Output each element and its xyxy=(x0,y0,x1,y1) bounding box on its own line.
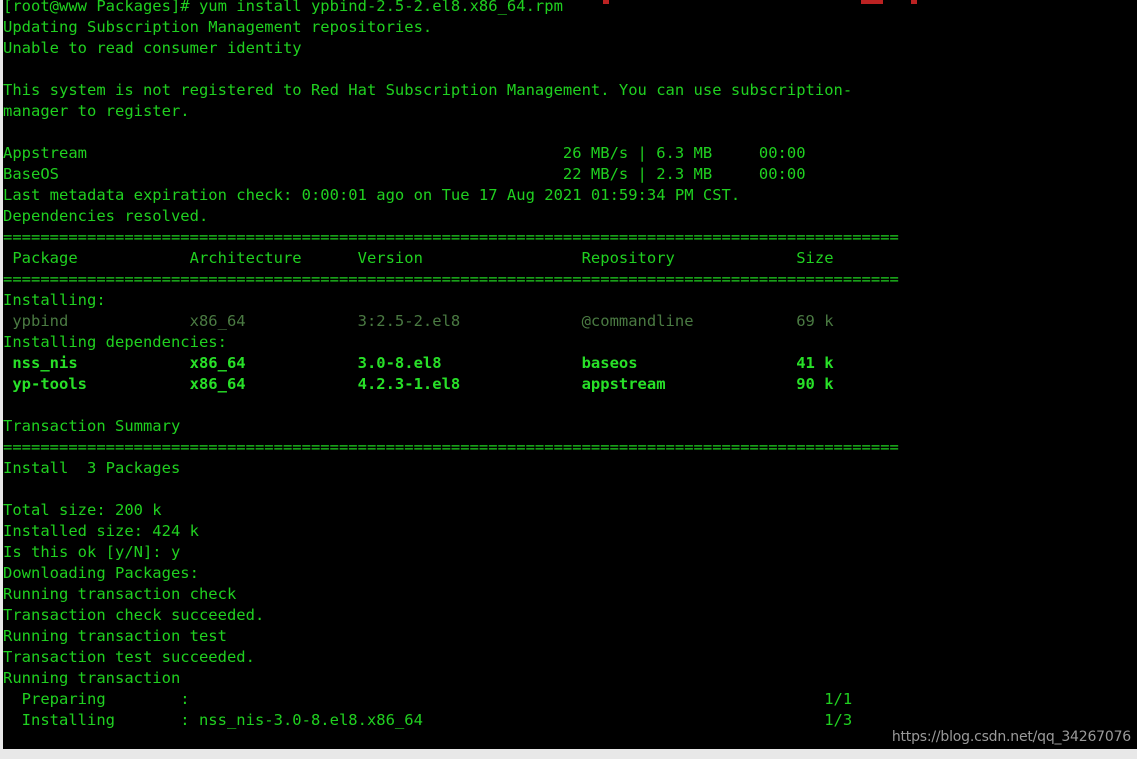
line-repo-baseos: BaseOS 22 MB/s | 2.3 MB 00:00 xyxy=(3,164,806,185)
line-prompt-command-seg-0: [root@www Packages]# yum install ypbind-… xyxy=(3,0,563,15)
line-pkg-yp-tools: yp-tools x86_64 4.2.3-1.el8 appstream 90… xyxy=(3,374,834,395)
line-pkg-ypbind-seg-0: ypbind x86_64 3:2.5-2.el8 @commandline 6… xyxy=(3,312,834,330)
line-metadata-expiration: Last metadata expiration check: 0:00:01 … xyxy=(3,185,740,206)
line-test-succeeded-seg-0: Transaction test succeeded. xyxy=(3,648,255,666)
line-installing-deps: Installing dependencies: xyxy=(3,332,227,353)
line-deps-resolved-seg-0: Dependencies resolved. xyxy=(3,207,209,225)
line-installed-size-seg-0: Installed size: 424 k xyxy=(3,522,199,540)
line-installing-deps-seg-0: Installing dependencies: xyxy=(3,333,227,351)
line-pkg-nss-nis-seg-0: nss_nis x86_64 3.0-8.el8 baseos 41 k xyxy=(3,354,834,372)
terminal-window-frame: [root@www Packages]# yum install ypbind-… xyxy=(0,0,1137,759)
line-install-count-seg-0: Install 3 Packages xyxy=(3,459,181,477)
line-confirm-prompt-seg-0: Is this ok [y/N]: y xyxy=(3,543,181,561)
line-running-check: Running transaction check xyxy=(3,584,236,605)
line-total-size: Total size: 200 k xyxy=(3,500,162,521)
line-not-registered: This system is not registered to Red Hat… xyxy=(3,80,852,101)
line-table-header-seg-0: Package Architecture Version Repository … xyxy=(3,249,834,267)
line-separator-top: ========================================… xyxy=(3,227,899,248)
line-installed-size: Installed size: 424 k xyxy=(3,521,199,542)
line-confirm-prompt: Is this ok [y/N]: y xyxy=(3,542,180,563)
line-check-succeeded: Transaction check succeeded. xyxy=(3,605,264,626)
line-running-check-seg-0: Running transaction check xyxy=(3,585,237,603)
line-repo-appstream-seg-0: Appstream 26 MB/s | 6.3 MB 00:00 xyxy=(3,144,806,162)
line-running-transaction-seg-0: Running transaction xyxy=(3,669,181,687)
line-check-succeeded-seg-0: Transaction check succeeded. xyxy=(3,606,265,624)
line-repo-baseos-seg-0: BaseOS 22 MB/s | 2.3 MB 00:00 xyxy=(3,165,806,183)
line-separator-header-seg-0: ========================================… xyxy=(3,270,899,288)
line-downloading: Downloading Packages: xyxy=(3,563,199,584)
line-pkg-yp-tools-seg-0: yp-tools x86_64 4.2.3-1.el8 appstream 90… xyxy=(3,375,834,393)
line-manager-register: manager to register. xyxy=(3,101,190,122)
line-separator-top-seg-0: ========================================… xyxy=(3,228,899,246)
terminal-screen[interactable]: [root@www Packages]# yum install ypbind-… xyxy=(3,0,1137,749)
line-manager-register-seg-0: manager to register. xyxy=(3,102,190,120)
line-running-transaction: Running transaction xyxy=(3,668,180,689)
line-pkg-ypbind: ypbind x86_64 3:2.5-2.el8 @commandline 6… xyxy=(3,311,834,332)
line-installing-label: Installing: xyxy=(3,290,106,311)
line-not-registered-seg-0: This system is not registered to Red Hat… xyxy=(3,81,853,99)
line-step-installing-seg-0: Installing : nss_nis-3.0-8.el8.x86_64 1/… xyxy=(3,711,853,729)
line-total-size-seg-0: Total size: 200 k xyxy=(3,501,162,519)
line-prompt-command: [root@www Packages]# yum install ypbind-… xyxy=(3,0,563,17)
line-table-header: Package Architecture Version Repository … xyxy=(3,248,834,269)
line-running-test-seg-0: Running transaction test xyxy=(3,627,227,645)
line-updating-subs: Updating Subscription Management reposit… xyxy=(3,17,432,38)
line-test-succeeded: Transaction test succeeded. xyxy=(3,647,255,668)
line-separator-summary: ========================================… xyxy=(3,437,899,458)
line-install-count: Install 3 Packages xyxy=(3,458,180,479)
line-transaction-summary-seg-0: Transaction Summary xyxy=(3,417,181,435)
line-installing-label-seg-0: Installing: xyxy=(3,291,106,309)
line-separator-header: ========================================… xyxy=(3,269,899,290)
terminal-output[interactable]: [root@www Packages]# yum install ypbind-… xyxy=(3,0,1137,749)
line-step-preparing: Preparing : 1/1 xyxy=(3,689,853,710)
line-unable-consumer: Unable to read consumer identity xyxy=(3,38,302,59)
line-deps-resolved: Dependencies resolved. xyxy=(3,206,208,227)
csdn-watermark: https://blog.csdn.net/qq_34267076 xyxy=(891,729,1131,745)
line-separator-summary-seg-0: ========================================… xyxy=(3,438,899,456)
line-unable-consumer-seg-0: Unable to read consumer identity xyxy=(3,39,302,57)
line-metadata-expiration-seg-0: Last metadata expiration check: 0:00:01 … xyxy=(3,186,741,204)
line-transaction-summary: Transaction Summary xyxy=(3,416,180,437)
line-downloading-seg-0: Downloading Packages: xyxy=(3,564,199,582)
line-repo-appstream: Appstream 26 MB/s | 6.3 MB 00:00 xyxy=(3,143,806,164)
line-running-test: Running transaction test xyxy=(3,626,227,647)
line-step-installing: Installing : nss_nis-3.0-8.el8.x86_64 1/… xyxy=(3,710,853,731)
line-pkg-nss-nis: nss_nis x86_64 3.0-8.el8 baseos 41 k xyxy=(3,353,834,374)
line-step-preparing-seg-0: Preparing : 1/1 xyxy=(3,690,853,708)
line-updating-subs-seg-0: Updating Subscription Management reposit… xyxy=(3,18,433,36)
